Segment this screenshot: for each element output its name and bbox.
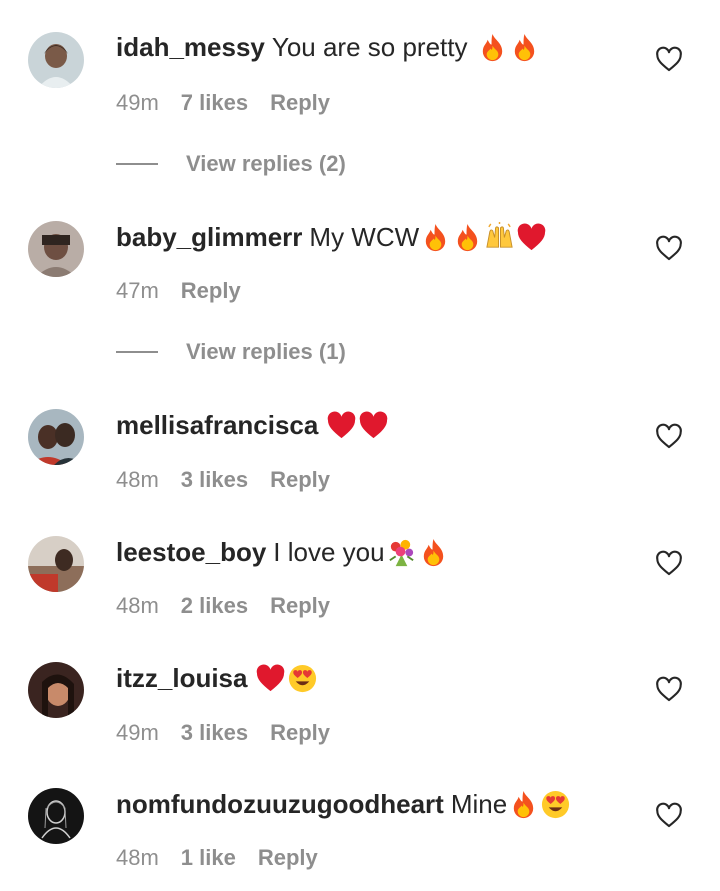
comment-line: idah_messy You are so pretty xyxy=(116,27,540,67)
comment-meta: 48m 2 likes Reply xyxy=(116,590,330,622)
likes-count[interactable]: 3 likes xyxy=(181,720,248,746)
comment-username[interactable]: leestoe_boy xyxy=(116,532,266,572)
bouquet-emoji-icon xyxy=(386,537,417,568)
reply-button[interactable]: Reply xyxy=(270,720,330,746)
like-heart-icon[interactable] xyxy=(655,46,683,72)
fire-emoji-icon xyxy=(420,222,451,253)
comment-meta: 47m Reply xyxy=(116,275,241,307)
comment-text: I love you xyxy=(273,537,385,567)
reply-button[interactable]: Reply xyxy=(270,90,330,116)
comment-line: mellisafrancisca xyxy=(116,405,389,445)
red-heart-emoji-icon xyxy=(516,222,547,253)
avatar[interactable] xyxy=(28,536,84,592)
comment-timestamp: 48m xyxy=(116,467,159,492)
comment-text: You are so pretty xyxy=(271,32,468,62)
likes-count[interactable]: 7 likes xyxy=(181,90,248,116)
avatar[interactable] xyxy=(28,221,84,277)
comment-timestamp: 47m xyxy=(116,278,159,303)
red-heart-emoji-icon xyxy=(326,410,357,441)
likes-count[interactable]: 1 like xyxy=(181,845,236,871)
like-heart-icon[interactable] xyxy=(655,802,683,828)
comment-username[interactable]: mellisafrancisca xyxy=(116,405,318,445)
like-heart-icon[interactable] xyxy=(655,550,683,576)
red-heart-emoji-icon xyxy=(358,410,389,441)
comment-meta: 49m 7 likes Reply xyxy=(116,87,330,119)
view-replies-row[interactable]: View replies (1) xyxy=(116,337,346,367)
avatar[interactable] xyxy=(28,662,84,718)
comment-line: itzz_louisa xyxy=(116,658,318,698)
fire-emoji-icon xyxy=(452,222,483,253)
replies-divider xyxy=(116,163,158,165)
comment-line: leestoe_boy I love you xyxy=(116,532,449,572)
like-heart-icon[interactable] xyxy=(655,423,683,449)
red-heart-emoji-icon xyxy=(255,663,286,694)
fire-emoji-icon xyxy=(418,537,449,568)
comment-username[interactable]: idah_messy xyxy=(116,27,265,67)
comment-username[interactable]: itzz_louisa xyxy=(116,658,247,698)
fire-emoji-icon xyxy=(477,32,508,63)
reply-button[interactable]: Reply xyxy=(181,278,241,304)
view-replies-row[interactable]: View replies (2) xyxy=(116,149,346,179)
fire-emoji-icon xyxy=(508,789,539,820)
reply-button[interactable]: Reply xyxy=(258,845,318,871)
view-replies-button[interactable]: View replies (1) xyxy=(186,339,346,365)
comment-timestamp: 49m xyxy=(116,720,159,745)
comment-meta: 49m 3 likes Reply xyxy=(116,717,330,749)
like-heart-icon[interactable] xyxy=(655,235,683,261)
likes-count[interactable]: 3 likes xyxy=(181,467,248,493)
comment-timestamp: 48m xyxy=(116,845,159,870)
heart-eyes-emoji-icon xyxy=(540,789,571,820)
likes-count[interactable]: 2 likes xyxy=(181,593,248,619)
replies-divider xyxy=(116,351,158,353)
reply-button[interactable]: Reply xyxy=(270,593,330,619)
reply-button[interactable]: Reply xyxy=(270,467,330,493)
like-heart-icon[interactable] xyxy=(655,676,683,702)
comment-line: baby_glimmerr My WCW xyxy=(116,217,547,257)
avatar[interactable] xyxy=(28,409,84,465)
comment-meta: 48m 3 likes Reply xyxy=(116,464,330,496)
comment-timestamp: 49m xyxy=(116,90,159,115)
comment-username[interactable]: baby_glimmerr xyxy=(116,217,302,257)
fire-emoji-icon xyxy=(509,32,540,63)
avatar[interactable] xyxy=(28,788,84,844)
raised-hands-emoji-icon xyxy=(484,221,515,253)
view-replies-button[interactable]: View replies (2) xyxy=(186,151,346,177)
comment-line: nomfundozuuzugoodheart Mine xyxy=(116,784,571,824)
comment-timestamp: 48m xyxy=(116,593,159,618)
comment-text: My WCW xyxy=(309,222,420,252)
comment-text: Mine xyxy=(450,789,508,819)
heart-eyes-emoji-icon xyxy=(287,663,318,694)
avatar[interactable] xyxy=(28,32,84,88)
comment-username[interactable]: nomfundozuuzugoodheart xyxy=(116,784,444,824)
comment-meta: 48m 1 like Reply xyxy=(116,842,318,874)
